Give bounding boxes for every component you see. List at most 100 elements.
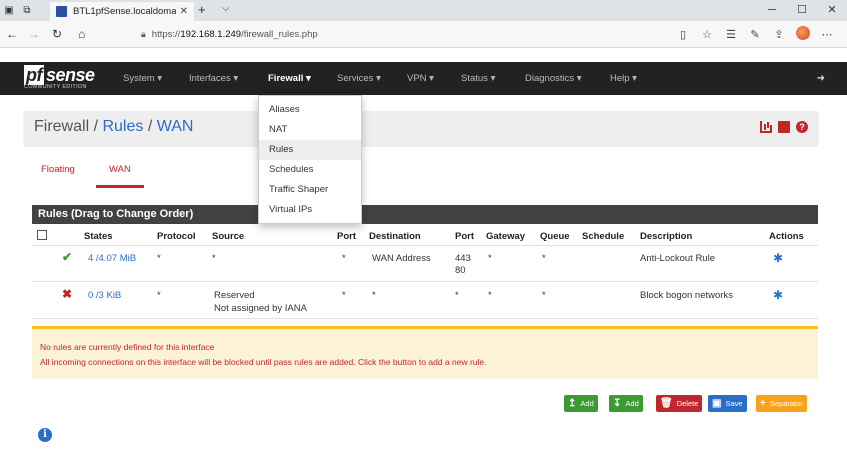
- breadcrumb-firewall: Firewall: [34, 118, 90, 135]
- log-list-icon[interactable]: [778, 121, 790, 133]
- add-rule-top-button[interactable]: ↥ Add: [564, 395, 598, 412]
- more-menu-icon[interactable]: ⋯: [815, 28, 839, 41]
- lock-icon: 🔒︎: [141, 29, 146, 39]
- reading-view-icon[interactable]: ▯: [671, 28, 695, 41]
- new-tab-icon[interactable]: +: [198, 2, 206, 17]
- select-all-checkbox[interactable]: [37, 230, 47, 240]
- menu-item-traffic-shaper[interactable]: Traffic Shaper: [259, 180, 361, 200]
- row-destination-port: *: [455, 290, 459, 301]
- row-source-port: *: [342, 253, 346, 264]
- arrow-down-icon: ↧: [613, 398, 622, 409]
- url-host: 192.168.1.249: [180, 29, 242, 40]
- row-states-link[interactable]: 4 /4.07 MiB: [88, 253, 136, 264]
- menu-item-nat[interactable]: NAT: [259, 120, 361, 140]
- row-source: Reserved: [214, 290, 255, 301]
- pen-icon[interactable]: ✎: [743, 28, 767, 41]
- row-source: *: [212, 253, 216, 264]
- row-divider: [32, 281, 818, 282]
- menu-item-rules[interactable]: Rules: [259, 140, 361, 160]
- row-destination: WAN Address: [372, 253, 431, 264]
- menu-vpn[interactable]: VPN ▾: [407, 62, 434, 95]
- menu-diagnostics[interactable]: Diagnostics ▾: [525, 62, 582, 95]
- block-x-icon: ✖: [62, 287, 73, 301]
- add-bottom-label: Add: [625, 399, 639, 408]
- tab-list-chevron-icon[interactable]: ⌵: [222, 3, 230, 14]
- close-window-icon[interactable]: ✕: [817, 0, 847, 21]
- row-protocol: *: [157, 253, 161, 264]
- pfsense-navbar: pf sense COMMUNITY EDITION System ▾ Inter…: [0, 62, 847, 95]
- col-source-port: Port: [337, 231, 356, 242]
- site-favicon-icon: [56, 6, 67, 17]
- forward-icon[interactable]: →: [28, 21, 40, 48]
- browser-tab-strip: ▣ ⧉ BTL1pfSense.localdoma ✕ + ⌵ ─ ☐ ✕: [0, 0, 847, 21]
- row-divider: [32, 318, 818, 319]
- back-icon[interactable]: ←: [6, 21, 18, 48]
- gear-icon[interactable]: ✱: [773, 251, 783, 265]
- url-prefix: https://: [151, 29, 181, 40]
- row-destination-port-2: 80: [455, 265, 466, 276]
- col-description: Description: [640, 231, 693, 242]
- menu-status[interactable]: Status ▾: [461, 62, 495, 95]
- help-icon[interactable]: ?: [796, 121, 808, 133]
- trash-icon: 🗑︎: [660, 398, 673, 409]
- logo-word: sense: [46, 65, 95, 85]
- home-icon[interactable]: ⌂: [78, 21, 85, 48]
- pfsense-logo[interactable]: pf sense COMMUNITY EDITION: [24, 65, 104, 93]
- row-queue: *: [542, 253, 546, 264]
- window-menu-icon[interactable]: ▣: [0, 0, 18, 21]
- save-button[interactable]: ▣ Save: [708, 395, 747, 412]
- minimize-icon[interactable]: ─: [757, 0, 787, 21]
- maximize-icon[interactable]: ☐: [787, 0, 817, 21]
- menu-services[interactable]: Services ▾: [337, 62, 381, 95]
- rules-panel-heading: Rules (Drag to Change Order): [32, 205, 818, 224]
- add-rule-bottom-button[interactable]: ↧ Add: [609, 395, 643, 412]
- favorites-list-icon[interactable]: ☰: [719, 28, 743, 41]
- close-tab-icon[interactable]: ✕: [180, 6, 188, 17]
- window-controls: ─ ☐ ✕: [757, 0, 847, 21]
- logo-pf: pf: [24, 65, 44, 85]
- logout-icon[interactable]: ➜: [817, 62, 825, 95]
- menu-system[interactable]: System ▾: [123, 62, 162, 95]
- status-chart-icon[interactable]: [760, 121, 772, 133]
- page-top-spacer: [0, 48, 847, 62]
- profile-avatar[interactable]: [791, 26, 815, 43]
- save-label: Save: [725, 399, 743, 408]
- info-icon[interactable]: i: [38, 428, 52, 442]
- menu-item-virtual-ips[interactable]: Virtual IPs: [259, 200, 361, 220]
- row-protocol: *: [157, 290, 161, 301]
- breadcrumb-wan-link[interactable]: WAN: [157, 118, 194, 135]
- menu-help[interactable]: Help ▾: [610, 62, 637, 95]
- row-states-link[interactable]: 0 /3 KiB: [88, 290, 121, 301]
- alert-line-2: All incoming connections on this interfa…: [40, 357, 487, 367]
- menu-interfaces[interactable]: Interfaces ▾: [189, 62, 238, 95]
- share-icon[interactable]: ⇪: [767, 28, 791, 41]
- refresh-icon[interactable]: ↻: [52, 21, 62, 48]
- delete-button[interactable]: 🗑︎ Delete: [656, 395, 703, 412]
- delete-label: Delete: [676, 399, 699, 408]
- row-gateway: *: [488, 290, 492, 301]
- breadcrumb-separator: /: [89, 118, 103, 135]
- add-top-label: Add: [580, 399, 594, 408]
- browser-tab[interactable]: BTL1pfSense.localdoma ✕: [50, 2, 194, 21]
- row-gateway: *: [488, 253, 492, 264]
- breadcrumb-rules-link[interactable]: Rules: [102, 118, 143, 135]
- active-tab-indicator: [96, 185, 144, 188]
- row-queue: *: [542, 290, 546, 301]
- menu-item-aliases[interactable]: Aliases: [259, 100, 361, 120]
- menu-item-schedules[interactable]: Schedules: [259, 160, 361, 180]
- tab-floating[interactable]: Floating: [41, 164, 75, 175]
- favorite-star-icon[interactable]: ☆: [695, 28, 719, 41]
- gear-icon[interactable]: ✱: [773, 288, 783, 302]
- col-queue: Queue: [540, 231, 570, 242]
- breadcrumb-actions: ?: [760, 121, 808, 133]
- alert-line-1: No rules are currently defined for this …: [40, 342, 215, 352]
- tab-actions-icon[interactable]: ⧉: [18, 0, 36, 21]
- tab-wan[interactable]: WAN: [109, 164, 131, 175]
- row-source-port: *: [342, 290, 346, 301]
- url-path: /firewall_rules.php: [241, 29, 318, 40]
- menu-firewall[interactable]: Firewall ▾: [268, 62, 311, 95]
- separator-button[interactable]: + Separator: [756, 395, 807, 412]
- row-destination-port: 443: [455, 253, 471, 264]
- url-input[interactable]: 🔒︎ https://192.168.1.249/firewall_rules.…: [141, 25, 661, 44]
- breadcrumb-separator: /: [143, 118, 157, 135]
